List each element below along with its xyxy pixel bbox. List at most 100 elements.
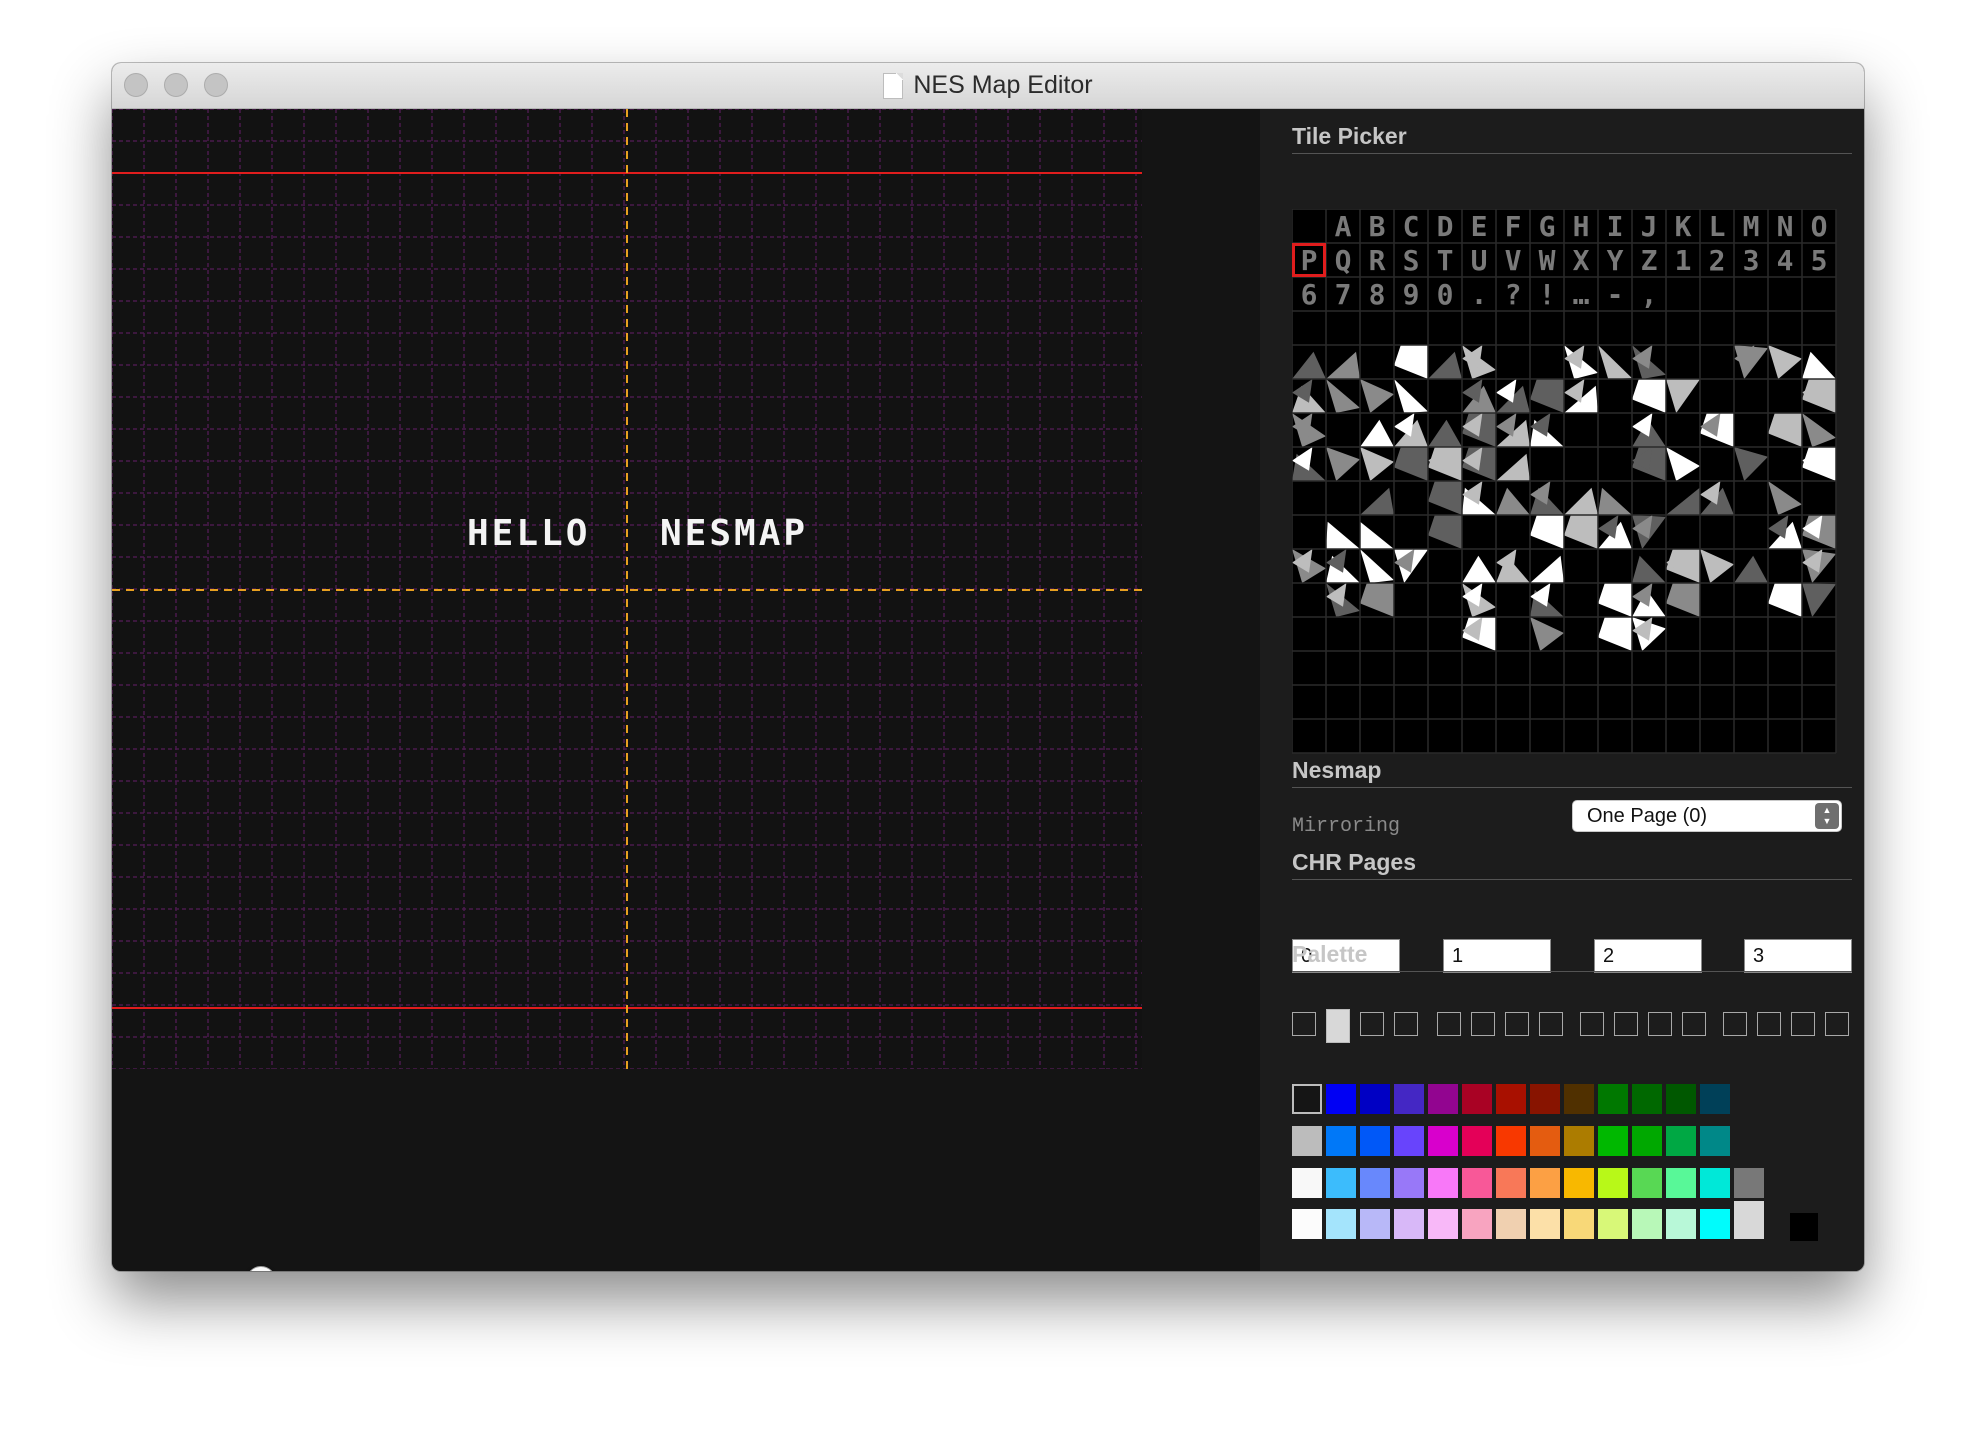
nes-color-swatch[interactable] (1564, 1084, 1594, 1114)
nes-color-swatch[interactable] (1462, 1209, 1492, 1239)
tile-glyph[interactable]: Q (1335, 244, 1352, 277)
palette-slot[interactable] (1539, 1012, 1563, 1036)
tile-glyph[interactable]: N (1777, 210, 1794, 243)
tile-glyph[interactable]: E (1471, 210, 1488, 243)
nes-color-swatch[interactable] (1394, 1084, 1424, 1114)
tile-glyph[interactable]: - (1607, 278, 1624, 311)
nes-color-swatch[interactable] (1326, 1209, 1356, 1239)
nes-color-swatch[interactable] (1462, 1168, 1492, 1198)
nes-color-swatch[interactable] (1530, 1209, 1560, 1239)
palette-slot[interactable] (1723, 1012, 1747, 1036)
tile-glyph[interactable]: 8 (1369, 278, 1386, 311)
nes-color-swatch[interactable] (1496, 1168, 1526, 1198)
nes-color-swatch[interactable] (1496, 1084, 1526, 1114)
tile-glyph[interactable]: I (1607, 210, 1624, 243)
chr-page-input-3[interactable] (1744, 939, 1852, 973)
tile-glyph[interactable]: V (1505, 244, 1522, 277)
palette-slot[interactable] (1360, 1012, 1384, 1036)
nes-color-swatch[interactable] (1496, 1126, 1526, 1156)
tile-glyph[interactable]: 4 (1777, 244, 1794, 277)
tile-picker-grid[interactable]: A B C D E F G H I J K L M N O P Q R S T U V W X Y Z 1 2 3 4 5 6 7 8 9 0.?! …… (1291, 208, 1838, 794)
chr-page-input-1[interactable] (1443, 939, 1551, 973)
nes-color-swatch[interactable] (1700, 1209, 1730, 1239)
nes-color-swatch[interactable] (1598, 1209, 1628, 1239)
nes-color-swatch[interactable] (1564, 1209, 1594, 1239)
chr-page-input-2[interactable] (1594, 939, 1702, 973)
tile-glyph[interactable]: A (1335, 210, 1352, 243)
palette-slot[interactable] (1326, 1009, 1350, 1043)
nes-color-swatch[interactable] (1428, 1209, 1458, 1239)
map-canvas[interactable]: HELLO NESMAP (112, 109, 1260, 1271)
nes-color-swatch[interactable] (1598, 1126, 1628, 1156)
nes-color-swatch[interactable] (1734, 1168, 1764, 1198)
tile-glyph[interactable]: W (1539, 244, 1556, 277)
tile-glyph[interactable]: B (1369, 210, 1386, 243)
tile-glyph[interactable]: 0 (1437, 278, 1454, 311)
nes-color-swatch[interactable] (1734, 1201, 1764, 1239)
tile-glyph[interactable]: 7 (1335, 278, 1352, 311)
palette-slot[interactable] (1394, 1012, 1418, 1036)
palette-slot[interactable] (1682, 1012, 1706, 1036)
tile-glyph[interactable]: D (1437, 210, 1454, 243)
nes-color-swatch[interactable] (1394, 1126, 1424, 1156)
tile-glyph[interactable]: S (1403, 244, 1420, 277)
nes-color-swatch[interactable] (1462, 1126, 1492, 1156)
tile-glyph[interactable]: , (1641, 278, 1658, 311)
nes-color-swatch[interactable] (1530, 1168, 1560, 1198)
palette-slot[interactable] (1648, 1012, 1672, 1036)
nes-color-swatch[interactable] (1394, 1209, 1424, 1239)
nes-color-swatch[interactable] (1530, 1126, 1560, 1156)
nes-color-swatch[interactable] (1530, 1084, 1560, 1114)
tile-glyph[interactable]: R (1369, 244, 1386, 277)
tile-glyph[interactable]: C (1403, 210, 1420, 243)
nes-color-swatch[interactable] (1700, 1084, 1730, 1114)
tile-glyph[interactable]: U (1471, 244, 1488, 277)
nes-color-swatch[interactable] (1666, 1209, 1696, 1239)
tile-glyph[interactable]: 3 (1743, 244, 1760, 277)
nes-color-swatch[interactable] (1700, 1126, 1730, 1156)
nes-color-swatch[interactable] (1360, 1084, 1390, 1114)
nes-color-swatch[interactable] (1666, 1168, 1696, 1198)
tile-glyph[interactable]: 1 (1675, 244, 1692, 277)
nes-color-swatch[interactable] (1326, 1126, 1356, 1156)
nes-color-swatch[interactable] (1428, 1126, 1458, 1156)
tile-glyph[interactable]: O (1811, 210, 1828, 243)
tile-glyph[interactable]: K (1675, 210, 1692, 243)
nes-color-swatch[interactable] (1292, 1168, 1322, 1198)
tile-glyph[interactable]: 9 (1403, 278, 1420, 311)
tile-glyph[interactable]: F (1505, 210, 1522, 243)
nes-color-swatch[interactable] (1326, 1168, 1356, 1198)
nes-color-swatch[interactable] (1632, 1084, 1662, 1114)
zoom-slider-thumb[interactable] (246, 1266, 277, 1271)
nes-color-swatch[interactable] (1428, 1168, 1458, 1198)
nes-color-swatch[interactable] (1326, 1084, 1356, 1114)
nes-color-swatch[interactable] (1360, 1209, 1390, 1239)
tile-glyph[interactable]: Y (1607, 244, 1624, 277)
nes-color-swatch[interactable] (1598, 1084, 1628, 1114)
palette-slot[interactable] (1505, 1012, 1529, 1036)
tile-glyph[interactable]: . (1471, 278, 1488, 311)
nes-color-swatch[interactable] (1360, 1168, 1390, 1198)
tile-glyph[interactable]: 2 (1709, 244, 1726, 277)
palette-slot[interactable] (1825, 1012, 1849, 1036)
palette-slot[interactable] (1580, 1012, 1604, 1036)
tile-glyph[interactable]: 5 (1811, 244, 1828, 277)
nes-color-swatch[interactable] (1292, 1209, 1322, 1239)
nes-color-swatch[interactable] (1462, 1084, 1492, 1114)
tile-glyph[interactable]: M (1743, 210, 1760, 243)
mirroring-select[interactable]: One Page (0) ▲ ▼ (1572, 800, 1842, 832)
tile-glyph[interactable]: ! (1539, 278, 1556, 311)
tile-glyph[interactable]: H (1573, 210, 1590, 243)
nes-color-swatch[interactable] (1496, 1209, 1526, 1239)
palette-slot[interactable] (1471, 1012, 1495, 1036)
palette-slot[interactable] (1757, 1012, 1781, 1036)
tile-glyph[interactable]: Z (1641, 244, 1658, 277)
nes-color-swatch[interactable] (1360, 1126, 1390, 1156)
nes-color-swatch[interactable] (1394, 1168, 1424, 1198)
nes-color-swatch[interactable] (1292, 1084, 1322, 1114)
palette-slot[interactable] (1791, 1012, 1815, 1036)
tile-glyph[interactable]: P (1301, 244, 1318, 277)
tile-glyph[interactable]: X (1573, 244, 1590, 277)
nes-color-swatch[interactable] (1564, 1126, 1594, 1156)
nes-color-swatch[interactable] (1700, 1168, 1730, 1198)
